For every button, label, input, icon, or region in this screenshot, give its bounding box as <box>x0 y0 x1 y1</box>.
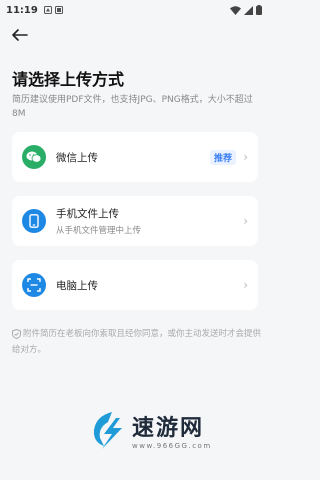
status-system-icons <box>230 5 262 15</box>
phone-file-upload-option[interactable]: 手机文件上传 从手机文件管理中上传 › <box>12 196 258 246</box>
signal-icon <box>244 5 253 15</box>
chevron-right-icon: › <box>243 278 248 292</box>
watermark-logo: 速游网 www.966GG.com <box>90 410 212 450</box>
status-time: 11:19 <box>6 4 38 16</box>
wechat-upload-label: 微信上传 <box>56 151 98 164</box>
watermark-url: www.966GG.com <box>132 442 212 450</box>
phone-file-upload-desc: 从手机文件管理中上传 <box>56 226 142 236</box>
arrow-left-icon <box>12 29 28 41</box>
phone-file-upload-label: 手机文件上传 <box>56 208 119 220</box>
recommend-badge: 推荐 <box>209 149 236 165</box>
computer-upload-label: 电脑上传 <box>56 279 98 292</box>
chevron-right-icon: › <box>243 214 248 228</box>
wechat-upload-option[interactable]: 微信上传 推荐 › <box>12 132 258 182</box>
watermark-title: 速游网 <box>132 416 205 441</box>
status-notification-icons <box>43 6 63 14</box>
privacy-notice: 附件简历在老板向你索取且经你同意，或你主动发送时才会提供给对方。 <box>12 326 262 358</box>
wifi-icon <box>230 5 241 15</box>
computer-upload-option[interactable]: 电脑上传 › <box>12 260 258 310</box>
notification-icon-2 <box>54 6 63 14</box>
wechat-icon <box>22 145 46 169</box>
scan-icon <box>22 273 46 297</box>
page-subtitle: 简历建议使用PDF文件，也支持JPG、PNG格式，大小不超过8M <box>12 95 253 119</box>
battery-icon <box>256 5 262 15</box>
status-bar: 11:19 <box>0 0 270 20</box>
privacy-notice-text: 附件简历在老板向你索取且经你同意，或你主动发送时才会提供给对方。 <box>12 329 262 355</box>
lightning-logo-icon <box>93 412 122 449</box>
phone-icon <box>22 209 46 233</box>
chevron-right-icon: › <box>243 150 248 164</box>
shield-icon <box>12 328 21 339</box>
back-button[interactable] <box>10 26 30 44</box>
page-title: 请选择上传方式 <box>12 70 125 89</box>
notification-icon <box>43 6 52 14</box>
